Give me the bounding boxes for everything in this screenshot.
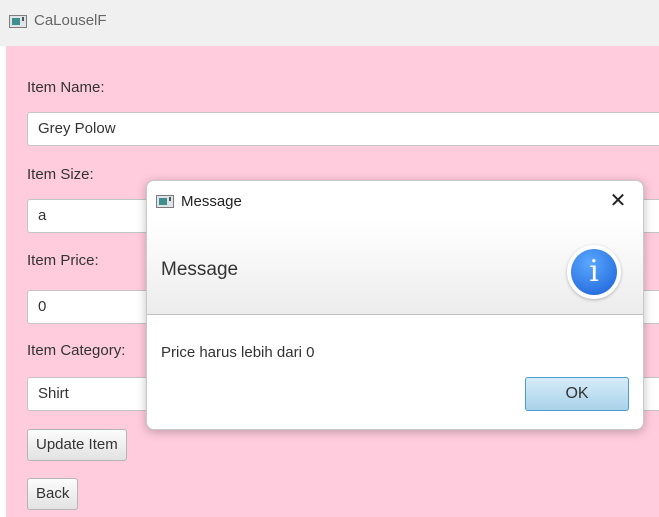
item-name-field[interactable]: Grey Polow [27, 112, 659, 146]
ok-button[interactable]: OK [525, 377, 629, 411]
app-window-icon [9, 15, 27, 28]
message-dialog: Message ✕ Message i Price harus lebih da… [146, 180, 644, 430]
back-button[interactable]: Back [27, 478, 79, 510]
window-titlebar: CaLouselF [0, 0, 659, 46]
dialog-message: Price harus lebih dari 0 [161, 344, 315, 361]
dialog-window-icon [156, 195, 174, 208]
dialog-titlebar[interactable]: Message ✕ [147, 181, 643, 221]
item-category-label: Item Category: [27, 342, 126, 359]
info-icon: i [567, 245, 621, 299]
item-price-label: Item Price: [27, 252, 99, 269]
dialog-header-text: Message [161, 259, 239, 280]
info-icon-glyph: i [571, 249, 617, 295]
item-name-label: Item Name: [27, 79, 105, 96]
update-item-button[interactable]: Update Item [27, 429, 127, 461]
item-size-label: Item Size: [27, 166, 94, 183]
window-title: CaLouselF [34, 12, 107, 29]
dialog-title: Message [181, 193, 242, 210]
close-icon[interactable]: ✕ [607, 190, 629, 212]
